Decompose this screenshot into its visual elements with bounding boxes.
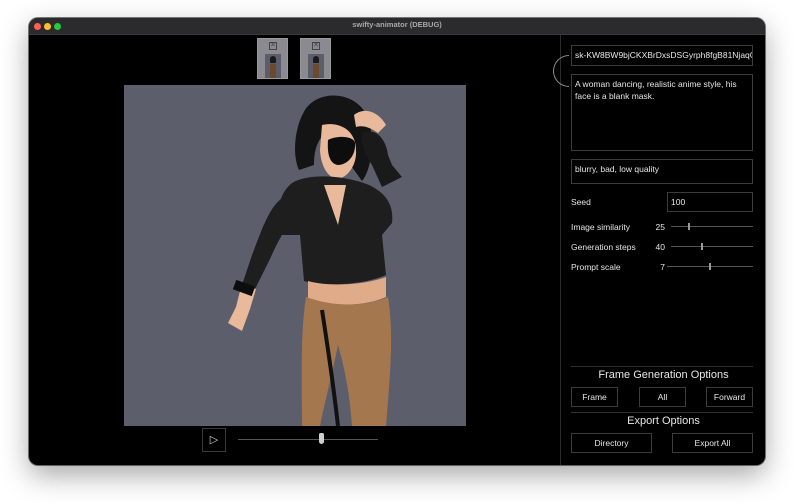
title-bar: swifty-animator (DEBUG) — [29, 18, 765, 35]
image-similarity-slider-knob[interactable] — [688, 223, 691, 230]
generation-steps-slider[interactable] — [671, 243, 753, 250]
seed-label: Seed — [571, 197, 591, 207]
image-similarity-label: Image similarity — [571, 222, 631, 232]
image-similarity-slider[interactable] — [671, 223, 753, 230]
timeline-slider-knob[interactable] — [318, 433, 324, 444]
timeline-slider[interactable] — [238, 433, 378, 444]
close-icon[interactable]: ✕ — [312, 42, 320, 50]
close-icon[interactable]: ✕ — [269, 42, 277, 50]
play-button[interactable]: ▷ — [202, 428, 226, 452]
settings-panel: sk-KW8BW9bjCKXBrDxsDSGyrph8fgB81NjaqO A … — [553, 35, 765, 465]
image-similarity-value: 25 — [655, 222, 665, 232]
panel-toggle-handle[interactable] — [553, 55, 569, 87]
frame-thumbnail-1[interactable]: ✕ — [257, 38, 288, 79]
divider — [571, 366, 753, 367]
divider — [571, 412, 753, 413]
prompt-textarea[interactable]: A woman dancing, realistic anime style, … — [571, 74, 753, 151]
all-button[interactable]: All — [639, 387, 686, 407]
app-window: swifty-animator (DEBUG) ✕ ✕ ▷ sk-KW8BW9b… — [29, 18, 765, 465]
directory-button[interactable]: Directory — [571, 433, 652, 453]
api-key-field[interactable]: sk-KW8BW9bjCKXBrDxsDSGyrph8fgB81NjaqO — [571, 45, 753, 66]
negative-prompt-field[interactable]: blurry, bad, low quality — [571, 159, 753, 184]
thumbnail-image — [308, 54, 324, 78]
thumbnail-image — [265, 54, 281, 78]
export-all-button[interactable]: Export All — [672, 433, 753, 453]
frame-generation-options-title: Frame Generation Options — [598, 369, 729, 381]
export-options-title: Export Options — [627, 415, 700, 427]
seed-input[interactable]: 100 — [667, 192, 753, 212]
frame-thumbnail-2[interactable]: ✕ — [300, 38, 331, 79]
forward-button[interactable]: Forward — [706, 387, 753, 407]
frame-canvas-image — [124, 85, 466, 426]
window-title: swifty-animator (DEBUG) — [352, 20, 442, 29]
prompt-scale-value: 7 — [660, 262, 665, 272]
prompt-scale-slider-knob[interactable] — [709, 263, 711, 270]
prompt-scale-label: Prompt scale — [571, 262, 621, 272]
frame-button[interactable]: Frame — [571, 387, 618, 407]
generation-steps-label: Generation steps — [571, 242, 636, 252]
prompt-scale-slider[interactable] — [667, 263, 753, 270]
anime-character-illustration — [228, 95, 402, 426]
generation-steps-value: 40 — [655, 242, 665, 252]
generation-steps-slider-knob[interactable] — [701, 243, 704, 250]
